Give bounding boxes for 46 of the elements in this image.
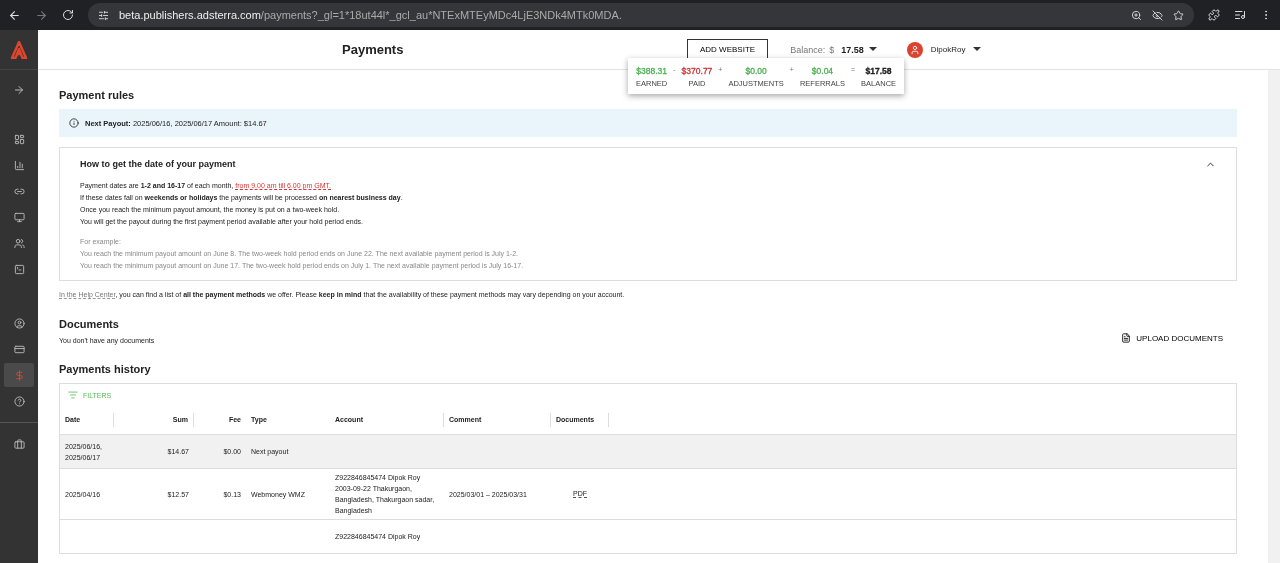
address-bar[interactable]: beta.publishers.adsterra.com/payments?_gl=1*18ut44l*_gcl_au*NTExMTEyMDc4LjE3NDk4MTk0MDA. xyxy=(88,3,1194,27)
help-icon xyxy=(13,395,25,407)
balance-amount: $0.00 xyxy=(745,66,767,76)
arrow-right-icon xyxy=(13,84,25,96)
extensions-icon[interactable] xyxy=(1208,9,1220,21)
user-silhouette-icon xyxy=(909,44,920,55)
section-title: Documents xyxy=(59,318,120,330)
balance-amount: $388.31 xyxy=(636,66,667,76)
user-icon xyxy=(13,317,25,329)
filter-icon xyxy=(68,390,78,400)
bookmark-star-icon[interactable] xyxy=(1173,9,1184,21)
forward-icon[interactable] xyxy=(35,8,48,22)
back-icon[interactable] xyxy=(8,8,21,22)
upload-documents-button[interactable]: UPLOAD DOCUMENTS xyxy=(1115,332,1229,344)
dollar-icon xyxy=(13,369,25,381)
media-icon[interactable] xyxy=(1234,9,1246,21)
terminal-icon xyxy=(13,263,25,275)
reload-icon[interactable] xyxy=(62,9,74,21)
currency-sign: $ xyxy=(829,44,835,55)
caret-icon[interactable] xyxy=(868,47,877,52)
users-icon xyxy=(13,237,25,249)
balance-amount[interactable]: 17.58 xyxy=(841,44,864,55)
info-icon xyxy=(69,118,79,128)
add-website-button[interactable]: ADD WEBSITE xyxy=(687,39,769,60)
dashboard-icon xyxy=(13,133,25,145)
balance-label: Balance: xyxy=(790,44,826,55)
section-title: Payments history xyxy=(59,363,152,375)
balance-amount: $17.58 xyxy=(865,66,892,76)
page-title: Payments xyxy=(342,42,405,57)
monitor-icon xyxy=(13,211,25,223)
bar-chart-icon xyxy=(13,159,25,171)
briefcase-icon xyxy=(13,438,25,450)
caret-icon[interactable] xyxy=(973,47,982,52)
section-title: Payment rules xyxy=(59,89,136,101)
logo-icon[interactable] xyxy=(10,40,28,59)
accordion-title[interactable]: How to get the date of your payment xyxy=(80,159,236,169)
user-name[interactable]: DipokRoy xyxy=(930,45,966,54)
scrollbar-track[interactable] xyxy=(1268,70,1280,563)
balance-amount: $370.77 xyxy=(681,66,713,76)
site-settings-icon[interactable] xyxy=(98,9,109,21)
eye-off-icon[interactable] xyxy=(1152,9,1163,21)
zoom-icon[interactable] xyxy=(1131,9,1142,21)
avatar-icon[interactable] xyxy=(906,41,923,58)
card-icon xyxy=(13,343,25,355)
document-icon xyxy=(1121,333,1132,343)
balance-amount: $0.04 xyxy=(811,66,834,76)
